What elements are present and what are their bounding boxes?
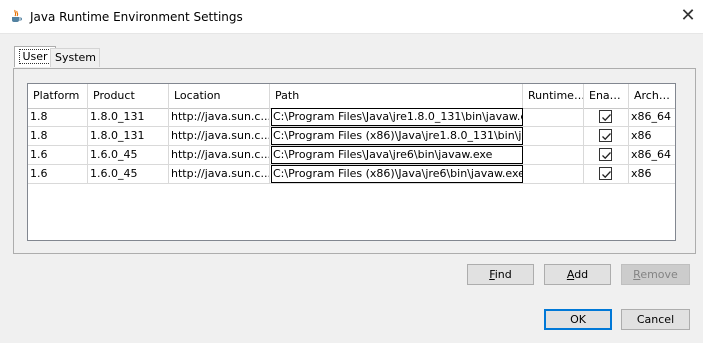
table-header: Platform Product Location Path Runtime… … (28, 84, 675, 109)
enabled-checkbox[interactable] (599, 129, 612, 142)
column-header-runtime[interactable]: Runtime… (523, 84, 584, 108)
find-button[interactable]: Find (467, 264, 534, 285)
tab-user-label: User (19, 49, 51, 64)
column-header-arch[interactable]: Arch… (629, 84, 675, 108)
cell-product: 1.6.0_45 (88, 146, 169, 164)
enabled-checkbox[interactable] (599, 110, 612, 123)
cell-product: 1.6.0_45 (88, 165, 169, 183)
table-row[interactable]: 1.6 1.6.0_45 http://java.sun.c... C:\Pro… (28, 146, 675, 165)
cell-enabled (584, 108, 629, 126)
cell-enabled (584, 165, 629, 183)
find-label: ind (494, 268, 512, 281)
column-header-platform[interactable]: Platform (28, 84, 88, 108)
cell-product: 1.8.0_131 (88, 108, 169, 126)
add-label: dd (574, 268, 589, 281)
close-icon[interactable]: ✕ (678, 6, 698, 26)
column-header-product[interactable]: Product (88, 84, 169, 108)
table-row[interactable]: 1.8 1.8.0_131 http://java.sun.c... C:\Pr… (28, 127, 675, 146)
checkmark-icon (602, 133, 611, 141)
cell-location: http://java.sun.c... (169, 165, 270, 183)
cell-product: 1.8.0_131 (88, 127, 169, 145)
cell-platform: 1.6 (28, 165, 88, 183)
enabled-checkbox[interactable] (599, 148, 612, 161)
cell-platform: 1.6 (28, 146, 88, 164)
cell-runtime[interactable] (523, 146, 584, 164)
title-bar: Java Runtime Environment Settings ✕ (0, 0, 703, 34)
tab-system-label: System (55, 51, 97, 64)
cell-arch: x86 (631, 167, 652, 180)
java-cup-icon (12, 9, 22, 22)
enabled-checkbox[interactable] (599, 167, 612, 180)
cell-runtime[interactable] (523, 108, 584, 126)
table-row[interactable]: 1.8 1.8.0_131 http://java.sun.c... C:\Pr… (28, 108, 675, 127)
tab-system[interactable]: System (50, 48, 100, 67)
cell-arch: x86_64 (631, 148, 672, 161)
table-row[interactable]: 1.6 1.6.0_45 http://java.sun.c... C:\Pro… (28, 165, 675, 184)
column-header-enabled[interactable]: Ena… (584, 84, 629, 108)
cell-enabled (584, 127, 629, 145)
ok-button[interactable]: OK (544, 309, 612, 330)
cell-arch: x86_64 (631, 110, 672, 123)
cell-runtime[interactable] (523, 165, 584, 183)
remove-label: emove (640, 268, 678, 281)
cell-path[interactable]: C:\Program Files\Java\jre1.8.0_131\bin\j… (271, 108, 523, 126)
checkmark-icon (602, 114, 611, 122)
cell-enabled (584, 146, 629, 164)
jre-table: Platform Product Location Path Runtime… … (27, 83, 676, 241)
checkmark-icon (602, 171, 611, 179)
cell-platform: 1.8 (28, 127, 88, 145)
cell-location: http://java.sun.c... (169, 146, 270, 164)
remove-button[interactable]: Remove (621, 264, 690, 285)
cell-path[interactable]: C:\Program Files (x86)\Java\jre1.8.0_131… (271, 127, 523, 145)
checkmark-icon (602, 152, 611, 160)
cell-platform: 1.8 (28, 108, 88, 126)
cell-path[interactable]: C:\Program Files\Java\jre6\bin\javaw.exe (271, 146, 523, 164)
cancel-button[interactable]: Cancel (621, 309, 690, 330)
add-button[interactable]: Add (544, 264, 611, 285)
cell-location: http://java.sun.c... (169, 108, 270, 126)
column-header-location[interactable]: Location (169, 84, 270, 108)
cell-path[interactable]: C:\Program Files (x86)\Java\jre6\bin\jav… (271, 165, 523, 183)
cell-runtime[interactable] (523, 127, 584, 145)
cell-arch: x86 (631, 129, 652, 142)
column-header-path[interactable]: Path (270, 84, 523, 108)
window-title: Java Runtime Environment Settings (30, 10, 243, 24)
cell-location: http://java.sun.c... (169, 127, 270, 145)
